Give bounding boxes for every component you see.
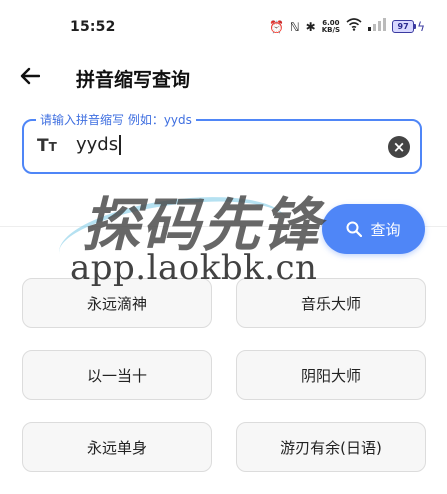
wifi-icon bbox=[346, 18, 362, 35]
search-field-label: 请输入拼音缩写 例如：yyds bbox=[36, 111, 196, 128]
result-item[interactable]: 游刃有余(日语) bbox=[236, 422, 426, 472]
query-button[interactable]: 查询 bbox=[322, 204, 425, 254]
result-item[interactable]: 音乐大师 bbox=[236, 278, 426, 328]
result-item[interactable]: 以一当十 bbox=[22, 350, 212, 400]
search-input[interactable]: yyds bbox=[76, 134, 121, 155]
signal-icon bbox=[368, 18, 387, 35]
network-speed: 6.00 KB/S bbox=[321, 18, 341, 34]
watermark-title: 探码先锋 bbox=[82, 191, 323, 259]
search-input-value: yyds bbox=[76, 134, 119, 155]
results-grid: 永远滴神 音乐大师 以一当十 阴阳大师 永远单身 游刃有余(日语) bbox=[22, 278, 426, 494]
query-button-label: 查询 bbox=[370, 220, 401, 239]
result-item[interactable]: 永远单身 bbox=[22, 422, 212, 472]
back-button[interactable] bbox=[16, 62, 44, 90]
battery-level: 97 bbox=[392, 20, 415, 33]
result-row: 永远单身 游刃有余(日语) bbox=[22, 422, 426, 472]
clear-icon[interactable]: × bbox=[388, 136, 410, 158]
status-time: 15:52 bbox=[70, 19, 116, 35]
result-row: 以一当十 阴阳大师 bbox=[22, 350, 426, 400]
page-title: 拼音缩写查询 bbox=[76, 69, 191, 91]
status-bar: 15:52 ⏰ ℕ ✱ 6.00 KB/S 97 ϟ bbox=[0, 0, 447, 56]
text-size-icon: TT bbox=[37, 136, 57, 156]
nfc-icon: ℕ bbox=[290, 19, 300, 34]
result-item[interactable]: 阴阳大师 bbox=[236, 350, 426, 400]
bluetooth-icon: ✱ bbox=[305, 19, 316, 34]
result-row: 永远滴神 音乐大师 bbox=[22, 278, 426, 328]
app-bar: 拼音缩写查询 bbox=[0, 56, 447, 96]
charging-icon: ϟ bbox=[417, 19, 425, 34]
result-item[interactable]: 永远滴神 bbox=[22, 278, 212, 328]
arrow-left-icon bbox=[20, 67, 40, 85]
text-caret bbox=[119, 135, 121, 155]
battery-icon: 97 ϟ bbox=[392, 20, 425, 34]
status-icons: ⏰ ℕ ✱ 6.00 KB/S 97 ϟ bbox=[269, 18, 425, 35]
watermark-arc bbox=[53, 184, 293, 291]
search-icon bbox=[346, 221, 363, 237]
search-field[interactable]: 请输入拼音缩写 例如：yyds TT yyds × bbox=[22, 111, 422, 174]
alarm-icon: ⏰ bbox=[269, 19, 285, 34]
